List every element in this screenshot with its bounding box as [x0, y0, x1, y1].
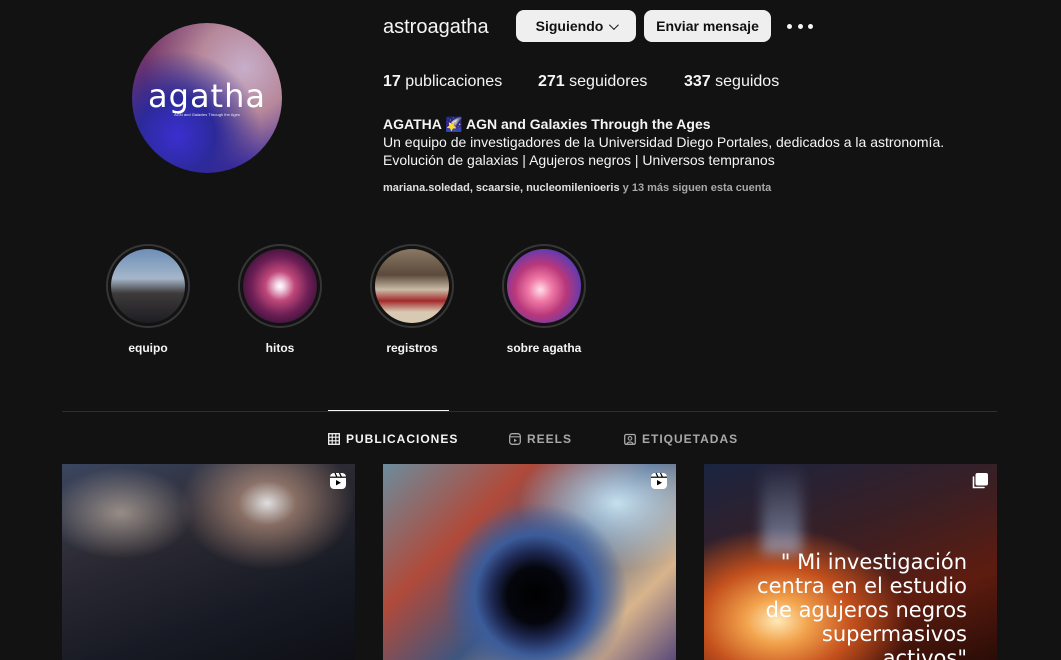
tab-tagged-label: ETIQUETADAS	[642, 432, 739, 446]
send-message-button[interactable]: Enviar mensaje	[644, 10, 771, 42]
tab-tagged[interactable]: ETIQUETADAS	[624, 432, 738, 446]
tab-reels-label: REELS	[527, 432, 573, 446]
active-tab-indicator	[328, 410, 449, 411]
highlight-ring	[238, 244, 322, 328]
bio-topics-line: Evolución de galaxias | Agujeros negros …	[383, 152, 775, 168]
posts-label: publicaciones	[400, 73, 503, 90]
post-thumbnail[interactable]	[62, 464, 355, 660]
following-button-label: Siguiendo	[535, 18, 604, 34]
tab-reels[interactable]: REELS	[509, 432, 572, 446]
highlight-ring	[502, 244, 586, 328]
post-thumbnail[interactable]	[383, 464, 676, 660]
bio-description-line: Un equipo de investigadores de la Univer…	[383, 134, 945, 150]
highlight-ring	[370, 244, 454, 328]
bio-full-name: AGATHA 🌠 AGN and Galaxies Through the Ag…	[383, 116, 711, 132]
tab-posts[interactable]: PUBLICACIONES	[328, 432, 458, 446]
tabs-divider	[62, 411, 997, 412]
reels-icon	[509, 433, 521, 445]
send-message-label: Enviar mensaje	[656, 18, 759, 34]
reel-icon	[330, 472, 346, 489]
highlight-registros[interactable]: registros	[370, 244, 454, 355]
post-thumbnail[interactable]: " Mi investigación centra en el estudio …	[704, 464, 997, 660]
profile-username: astroagatha	[383, 16, 489, 38]
following-stat[interactable]: 337 seguidos	[684, 73, 779, 91]
highlight-cover-image	[243, 249, 317, 323]
more-options-icon[interactable]	[787, 16, 813, 36]
highlight-cover-image	[375, 249, 449, 323]
followers-stat[interactable]: 271 seguidores	[538, 73, 647, 91]
highlight-sobre-agatha[interactable]: sobre agatha	[502, 244, 586, 355]
tab-posts-label: PUBLICACIONES	[346, 432, 459, 446]
highlight-equipo[interactable]: equipo	[106, 244, 190, 355]
chevron-down-icon	[609, 19, 620, 30]
followed-by-rest: y 13 más siguen esta cuenta	[619, 182, 772, 194]
tagged-icon	[624, 433, 636, 445]
highlight-label: hitos	[265, 341, 295, 355]
grid-icon	[328, 433, 340, 445]
reel-icon	[651, 472, 667, 489]
highlight-label: sobre agatha	[506, 341, 582, 355]
following-button[interactable]: Siguiendo	[516, 10, 636, 42]
highlight-cover-image	[507, 249, 581, 323]
highlight-ring	[106, 244, 190, 328]
followed-by-names[interactable]: mariana.soledad, scaarsie, nucleomilenio…	[383, 182, 620, 194]
highlight-hitos[interactable]: hitos	[238, 244, 322, 355]
following-count: 337	[684, 73, 711, 90]
highlight-label: registros	[386, 341, 438, 355]
posts-count-stat: 17 publicaciones	[383, 73, 502, 91]
avatar-logo-text: agatha	[148, 77, 266, 115]
post-quote-text: " Mi investigación centra en el estudio …	[757, 550, 967, 660]
carousel-icon	[972, 473, 988, 489]
highlight-cover-image	[111, 249, 185, 323]
followed-by-text[interactable]: mariana.soledad, scaarsie, nucleomilenio…	[383, 182, 771, 194]
highlight-label: equipo	[128, 341, 168, 355]
followers-label: seguidores	[564, 73, 648, 90]
followers-count: 271	[538, 73, 565, 90]
avatar-logo-subtitle: AGN and Galaxies Through the Ages	[174, 112, 240, 117]
posts-count: 17	[383, 73, 401, 90]
following-label: seguidos	[710, 73, 780, 90]
profile-avatar[interactable]: agatha AGN and Galaxies Through the Ages	[132, 23, 282, 173]
comet-beam-graphic	[762, 464, 802, 554]
